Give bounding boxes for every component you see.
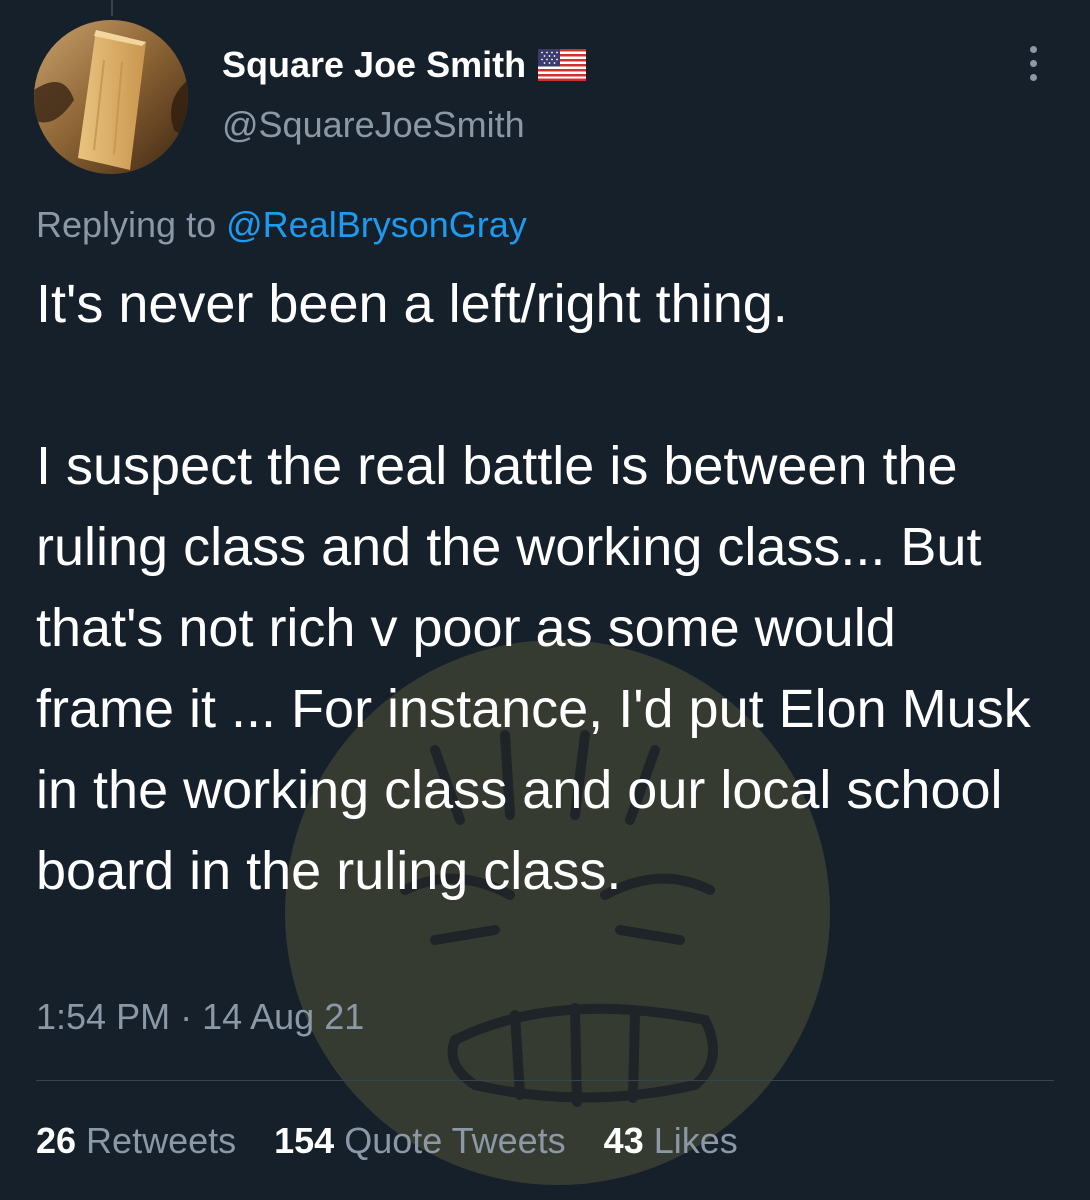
- wooden-block-avatar-icon: [34, 20, 188, 174]
- quote-tweets-label: Quote Tweets: [334, 1120, 566, 1161]
- us-flag-icon: [538, 49, 587, 81]
- retweets-count: 26: [36, 1120, 77, 1161]
- quote-tweets-count: 154: [274, 1120, 335, 1161]
- likes-stat[interactable]: 43 Likes: [604, 1120, 738, 1162]
- tweet-paragraph-2: I suspect the real battle is between the…: [36, 436, 1046, 901]
- tweet-paragraph-1: It's never been a left/right thing.: [36, 274, 788, 334]
- display-name[interactable]: Square Joe Smith: [222, 44, 526, 86]
- reply-prefix: Replying to: [36, 204, 227, 245]
- reply-mention-link[interactable]: @RealBrysonGray: [226, 204, 527, 245]
- tweet-timestamp[interactable]: 1:54 PM · 14 Aug 21: [36, 996, 364, 1038]
- tweet-stats: 26 Retweets 154 Quote Tweets 43 Likes: [36, 1120, 738, 1162]
- tweet-card: Square Joe Smith @SquareJoeSmith Replyin…: [0, 0, 1090, 1200]
- timestamp-date[interactable]: 14 Aug 21: [202, 996, 364, 1037]
- reply-context: Replying to @RealBrysonGray: [36, 204, 527, 246]
- author-name-row[interactable]: Square Joe Smith: [222, 42, 587, 88]
- tweet-body: It's never been a left/right thing. I su…: [36, 264, 1046, 912]
- more-dot: [1029, 73, 1037, 81]
- divider: [36, 1080, 1054, 1081]
- more-options-icon[interactable]: [1010, 40, 1056, 86]
- author-handle[interactable]: @SquareJoeSmith: [222, 104, 525, 146]
- more-dot: [1029, 45, 1037, 53]
- retweets-label: Retweets: [76, 1120, 237, 1161]
- likes-count: 43: [603, 1120, 644, 1161]
- likes-label: Likes: [643, 1120, 738, 1161]
- more-dot: [1029, 59, 1037, 67]
- timestamp-separator: ·: [170, 996, 203, 1037]
- retweets-stat[interactable]: 26 Retweets: [36, 1120, 236, 1162]
- timestamp-time[interactable]: 1:54 PM: [36, 996, 170, 1037]
- avatar[interactable]: [34, 20, 188, 174]
- quote-tweets-stat[interactable]: 154 Quote Tweets: [274, 1120, 566, 1162]
